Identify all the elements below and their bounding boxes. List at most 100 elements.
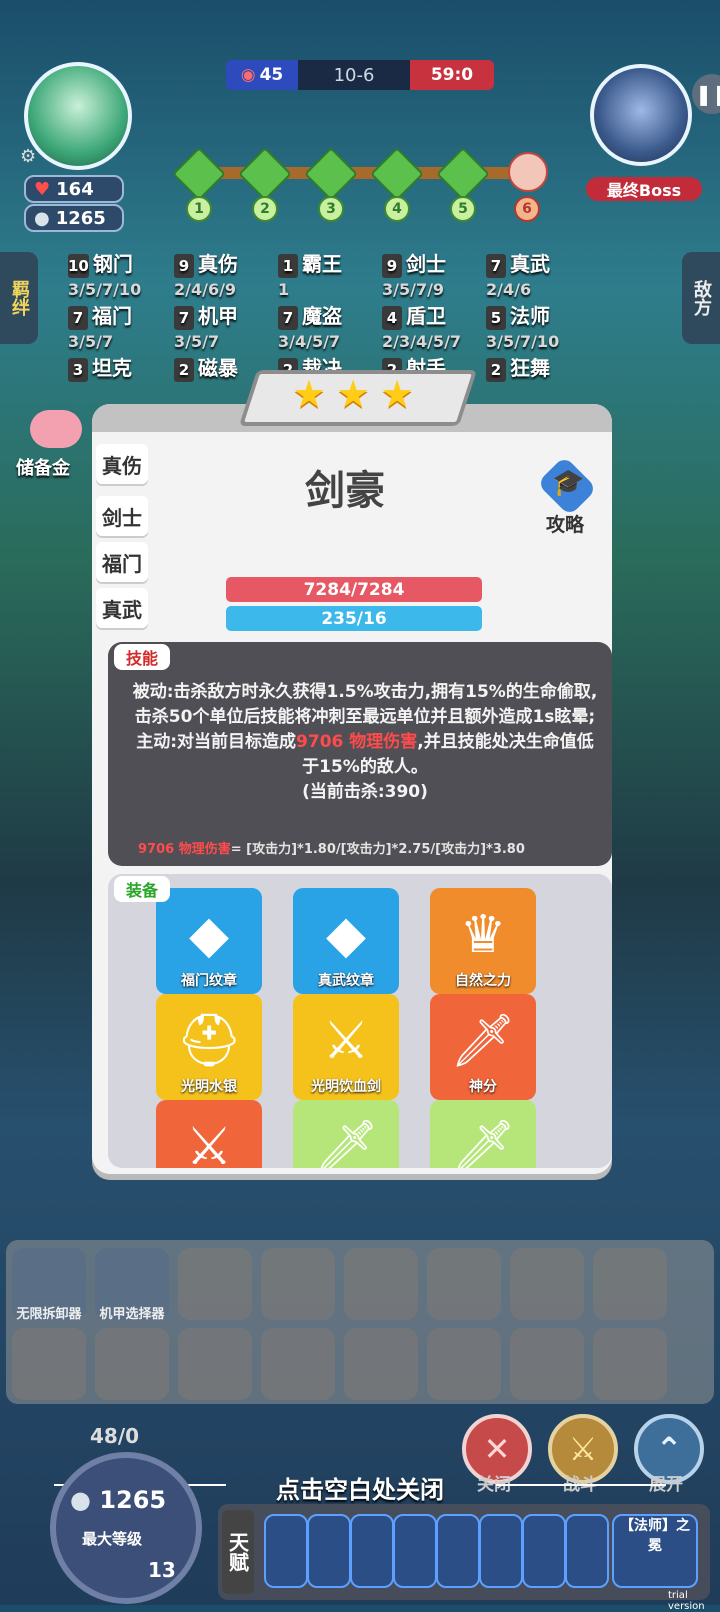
synergy-count: 7	[486, 254, 506, 278]
enemy-score: 59:0	[410, 60, 494, 90]
equipment-item[interactable]: ◆ 真武纹章	[293, 888, 399, 994]
mana-bar: 235/16	[226, 606, 482, 631]
talent-card[interactable]	[436, 1514, 480, 1588]
synergy-name: 机甲	[198, 304, 238, 328]
equipment-item[interactable]: ♛ 自然之力	[430, 888, 536, 994]
bench-slot[interactable]	[178, 1328, 252, 1400]
synergy-item[interactable]: 5 法师 3/5/7/10	[486, 304, 586, 354]
synergy-item[interactable]: 1 霸王 1	[278, 252, 378, 302]
tab-fumen[interactable]: 福门	[96, 542, 148, 582]
synergy-count: 2	[174, 358, 194, 382]
coin-icon: ●	[70, 1486, 91, 1514]
synergy-count: 7	[68, 306, 88, 330]
skill-passive: 被动:击杀敌方时永久获得1.5%攻击力,拥有15%的生命偷取,击杀50个单位后技…	[132, 682, 598, 727]
bench-slot[interactable]	[427, 1328, 501, 1400]
equipment-icon: 🗡	[449, 1117, 517, 1168]
talent-card[interactable]	[264, 1514, 308, 1588]
bench-slot[interactable]	[593, 1248, 667, 1320]
synergy-item[interactable]: 3 坦克	[68, 356, 168, 382]
talent-card-mage-crown[interactable]: 【法师】之冕	[612, 1514, 698, 1588]
synergy-item[interactable]: 7 魔盗 3/4/5/7	[278, 304, 378, 354]
bench-slot[interactable]	[510, 1328, 584, 1400]
bench-slot[interactable]: 机甲选择器	[95, 1248, 169, 1322]
boss-avatar[interactable]	[590, 64, 692, 166]
talent-card[interactable]	[565, 1514, 609, 1588]
stage-node-number: 6	[514, 196, 540, 222]
synergy-item[interactable]: 7 福门 3/5/7	[68, 304, 168, 354]
bench-slot[interactable]	[261, 1248, 335, 1320]
player-gold: ● 1265	[70, 1486, 166, 1514]
synergy-name: 福门	[92, 304, 132, 328]
bench-slot[interactable]	[261, 1328, 335, 1400]
synergy-count: 9	[174, 254, 194, 278]
equipment-name: 真武纹章	[318, 973, 374, 989]
synergy-item[interactable]: 9 真伤 2/4/6/9	[174, 252, 274, 302]
synergy-tiers: 3/5/7	[68, 332, 114, 351]
equipment-item[interactable]: ⚔	[156, 1100, 262, 1168]
talent-card[interactable]	[393, 1514, 437, 1588]
bench-slot[interactable]	[344, 1328, 418, 1400]
piggy-bank-icon[interactable]	[30, 410, 82, 448]
menu-icon[interactable]: ❚❚	[692, 74, 720, 114]
tab-jianshi[interactable]: 剑士	[96, 496, 148, 536]
equipment-item[interactable]: ⛑ 光明水银	[156, 994, 262, 1100]
synergy-item[interactable]: 9 剑士 3/5/7/9	[382, 252, 482, 302]
equipment-item[interactable]: 🗡	[430, 1100, 536, 1168]
talent-card[interactable]	[307, 1514, 351, 1588]
bench-slot[interactable]	[427, 1248, 501, 1320]
synergy-tab[interactable]: 羁绊	[0, 252, 38, 344]
bench-slot[interactable]	[510, 1248, 584, 1320]
coin-icon: ●	[34, 207, 50, 229]
tab-zhenwu[interactable]: 真武	[96, 588, 148, 628]
synergy-item[interactable]: 7 真武 2/4/6	[486, 252, 586, 302]
synergy-item[interactable]: 7 机甲 3/5/7	[174, 304, 274, 354]
stage-node-number: 4	[384, 196, 410, 222]
enemy-tab[interactable]: 敌方	[682, 252, 720, 344]
xp-counter: 48/0	[90, 1424, 140, 1448]
bench-slot[interactable]	[344, 1248, 418, 1320]
stage-label: 10-6	[298, 60, 410, 90]
ally-crest-icon: ◉	[240, 65, 256, 85]
synergy-count: 7	[174, 306, 194, 330]
tab-zhenshang[interactable]: 真伤	[96, 444, 148, 484]
equipment-panel: ◆ 福门纹章 ◆ 真武纹章 ♛ 自然之力 ⛑ 光明水银 ⚔ 光明饮血剑 🗡 神分 ⚔ 🗡 🗡	[108, 874, 612, 1168]
synergy-item[interactable]: 2 狂舞	[486, 356, 586, 382]
synergy-name: 狂舞	[510, 356, 550, 380]
equipment-item[interactable]: ⚔ 光明饮血剑	[293, 994, 399, 1100]
equipment-icon: ◆	[326, 905, 366, 965]
equipment-item[interactable]: 🗡 神分	[430, 994, 536, 1100]
stage-node-number: 2	[252, 196, 278, 222]
synergy-item[interactable]: 10 钢门 3/5/7/10	[68, 252, 168, 302]
hp-bar: 7284/7284	[226, 577, 482, 602]
skill-active-damage: 9706 物理伤害	[296, 732, 418, 752]
close-icon: ✕	[483, 1430, 511, 1468]
star-icon: ★	[292, 372, 327, 416]
talent-card[interactable]	[522, 1514, 566, 1588]
coins-value: 1265	[55, 207, 106, 229]
synergy-name: 坦克	[92, 356, 132, 380]
equipment-item[interactable]: 🗡	[293, 1100, 399, 1168]
bench-slot[interactable]	[178, 1248, 252, 1320]
bench-slot[interactable]: 无限拆卸器	[12, 1248, 86, 1322]
talent-card[interactable]	[350, 1514, 394, 1588]
equip-label: 装备	[114, 876, 171, 902]
equipment-name: 神分	[469, 1079, 497, 1095]
coins-counter: ● 1265	[24, 204, 124, 232]
settings-gear-icon[interactable]: ⚙	[20, 146, 36, 167]
bench-slot[interactable]	[593, 1328, 667, 1400]
synergy-name: 钢门	[92, 252, 133, 276]
equipment-item[interactable]: ◆ 福门纹章	[156, 888, 262, 994]
bench-slot[interactable]	[95, 1328, 169, 1400]
bench-slot[interactable]	[12, 1328, 86, 1400]
synergy-tiers: 3/5/7	[174, 332, 220, 351]
equipment-icon: ◆	[189, 905, 229, 965]
equipment-name: 光明饮血剑	[311, 1079, 381, 1095]
hero-name: 剑豪	[305, 468, 385, 514]
synergy-item[interactable]: 4 盾卫 2/3/4/5/7	[382, 304, 482, 354]
synergy-count: 7	[278, 306, 298, 330]
player-avatar[interactable]	[24, 62, 132, 170]
skill-label: 技能	[114, 644, 171, 670]
formula-damage: 9706 物理伤害	[138, 842, 231, 857]
guide-label[interactable]: 攻略	[546, 510, 584, 537]
talent-card[interactable]	[479, 1514, 523, 1588]
